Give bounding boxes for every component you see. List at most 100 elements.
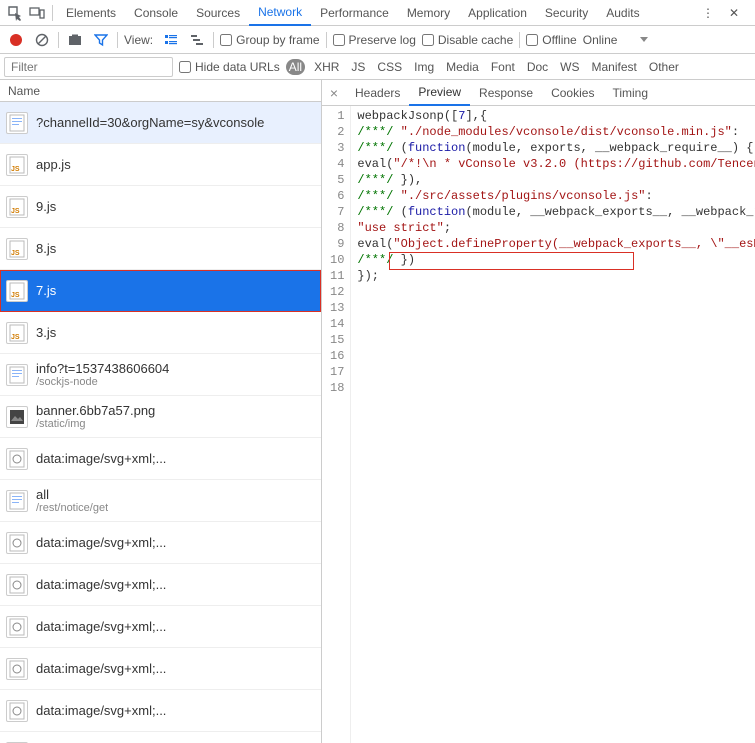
doc-file-icon: [6, 112, 28, 134]
tab-memory[interactable]: Memory: [398, 0, 459, 26]
tab-console[interactable]: Console: [125, 0, 187, 26]
request-row[interactable]: ?channelId=30&orgName=sy&vconsole: [0, 102, 321, 144]
filter-input[interactable]: [4, 57, 173, 77]
close-details-icon[interactable]: ×: [322, 81, 346, 105]
doc-file-icon: [6, 490, 28, 512]
svg-text:JS: JS: [11, 292, 20, 299]
throttling-select[interactable]: Online: [583, 33, 649, 47]
large-rows-icon[interactable]: [161, 30, 181, 50]
request-details-panel: × HeadersPreviewResponseCookiesTiming 12…: [322, 80, 755, 743]
js-file-icon: JS: [6, 280, 28, 302]
devtools-main-tabs: ElementsConsoleSourcesNetworkPerformance…: [0, 0, 755, 26]
filter-type-doc[interactable]: Doc: [524, 59, 551, 75]
img-file-icon: [6, 406, 28, 428]
doc-file-icon: [6, 364, 28, 386]
tab-security[interactable]: Security: [536, 0, 597, 26]
request-row[interactable]: JS app.js: [0, 144, 321, 186]
waterfall-icon[interactable]: [187, 30, 207, 50]
request-row[interactable]: data:image/svg+xml;...: [0, 732, 321, 743]
request-row[interactable]: JS 8.js: [0, 228, 321, 270]
request-name: all: [36, 487, 108, 502]
request-path: /sockjs-node: [36, 376, 169, 388]
filter-type-ws[interactable]: WS: [557, 59, 582, 75]
group-by-frame-checkbox[interactable]: Group by frame: [220, 33, 319, 47]
device-toolbar-icon[interactable]: [26, 2, 48, 24]
request-row[interactable]: info?t=1537438606604/sockjs-node: [0, 354, 321, 396]
request-name: data:image/svg+xml;...: [36, 619, 166, 634]
highlight-annotation: [389, 252, 634, 270]
request-name: data:image/svg+xml;...: [36, 703, 166, 718]
js-file-icon: JS: [6, 322, 28, 344]
line-gutter: 123456789101112131415161718: [322, 106, 351, 743]
filter-type-css[interactable]: CSS: [374, 59, 405, 75]
svg-text:JS: JS: [11, 208, 20, 215]
network-filter-bar: Hide data URLs All XHR JS CSS Img Media Font D…: [0, 54, 755, 80]
detail-tab-timing[interactable]: Timing: [603, 80, 657, 106]
request-name: 9.js: [36, 199, 56, 214]
request-row[interactable]: data:image/svg+xml;...: [0, 690, 321, 732]
filter-type-media[interactable]: Media: [443, 59, 482, 75]
tab-performance[interactable]: Performance: [311, 0, 398, 26]
filter-type-xhr[interactable]: XHR: [311, 59, 342, 75]
clear-button[interactable]: [32, 30, 52, 50]
request-row[interactable]: data:image/svg+xml;...: [0, 606, 321, 648]
js-file-icon: JS: [6, 154, 28, 176]
tab-sources[interactable]: Sources: [187, 0, 249, 26]
offline-checkbox[interactable]: Offline: [526, 33, 576, 47]
request-path: /static/img: [36, 418, 155, 430]
more-icon[interactable]: ⋮: [697, 2, 719, 24]
close-devtools-icon[interactable]: ✕: [723, 2, 745, 24]
detail-tab-response[interactable]: Response: [470, 80, 542, 106]
request-name: app.js: [36, 157, 71, 172]
request-list: ?channelId=30&orgName=sy&vconsole JS app.j…: [0, 102, 321, 743]
filter-type-font[interactable]: Font: [488, 59, 518, 75]
svg-file-icon: [6, 574, 28, 596]
filter-type-js[interactable]: JS: [348, 59, 368, 75]
request-name: data:image/svg+xml;...: [36, 535, 166, 550]
request-row[interactable]: JS 9.js: [0, 186, 321, 228]
request-row[interactable]: data:image/svg+xml;...: [0, 648, 321, 690]
svg-text:JS: JS: [11, 250, 20, 257]
capture-screenshots-icon[interactable]: [65, 30, 85, 50]
svg-file-icon: [6, 658, 28, 680]
request-name: 8.js: [36, 241, 56, 256]
record-button[interactable]: [6, 30, 26, 50]
disable-cache-checkbox[interactable]: Disable cache: [422, 33, 513, 47]
tab-elements[interactable]: Elements: [57, 0, 125, 26]
filter-type-img[interactable]: Img: [411, 59, 437, 75]
svg-file-icon: [6, 700, 28, 722]
request-list-panel: Name ?channelId=30&orgName=sy&vconsoleJS…: [0, 80, 322, 743]
tab-audits[interactable]: Audits: [597, 0, 648, 26]
svg-file-icon: [6, 532, 28, 554]
request-name: data:image/svg+xml;...: [36, 451, 166, 466]
request-name: data:image/svg+xml;...: [36, 661, 166, 676]
request-row[interactable]: data:image/svg+xml;...: [0, 522, 321, 564]
request-row[interactable]: all/rest/notice/get: [0, 480, 321, 522]
code-content[interactable]: webpackJsonp([7],{/***/ "./node_modules/…: [351, 106, 755, 743]
request-name: data:image/svg+xml;...: [36, 577, 166, 592]
svg-file-icon: [6, 616, 28, 638]
hide-data-urls-checkbox[interactable]: Hide data URLs: [179, 60, 280, 74]
js-file-icon: JS: [6, 196, 28, 218]
svg-file-icon: [6, 448, 28, 470]
network-toolbar: View: Group by frame Preserve log Disabl…: [0, 26, 755, 54]
tab-network[interactable]: Network: [249, 0, 311, 26]
filter-type-manifest[interactable]: Manifest: [589, 59, 640, 75]
preview-pane[interactable]: 123456789101112131415161718 webpackJsonp…: [322, 106, 755, 743]
request-path: /rest/notice/get: [36, 502, 108, 514]
request-row[interactable]: banner.6bb7a57.png/static/img: [0, 396, 321, 438]
request-row[interactable]: data:image/svg+xml;...: [0, 564, 321, 606]
filter-type-all[interactable]: All: [286, 59, 305, 75]
detail-tab-cookies[interactable]: Cookies: [542, 80, 603, 106]
tab-application[interactable]: Application: [459, 0, 536, 26]
request-row[interactable]: data:image/svg+xml;...: [0, 438, 321, 480]
request-row[interactable]: JS3.js: [0, 312, 321, 354]
request-row[interactable]: JS7.js: [0, 270, 321, 312]
filter-icon[interactable]: [91, 30, 111, 50]
inspect-icon[interactable]: [4, 2, 26, 24]
preserve-log-checkbox[interactable]: Preserve log: [333, 33, 416, 47]
name-column-header[interactable]: Name: [0, 80, 321, 102]
detail-tab-headers[interactable]: Headers: [346, 80, 409, 106]
filter-type-other[interactable]: Other: [646, 59, 682, 75]
detail-tab-preview[interactable]: Preview: [409, 80, 470, 106]
